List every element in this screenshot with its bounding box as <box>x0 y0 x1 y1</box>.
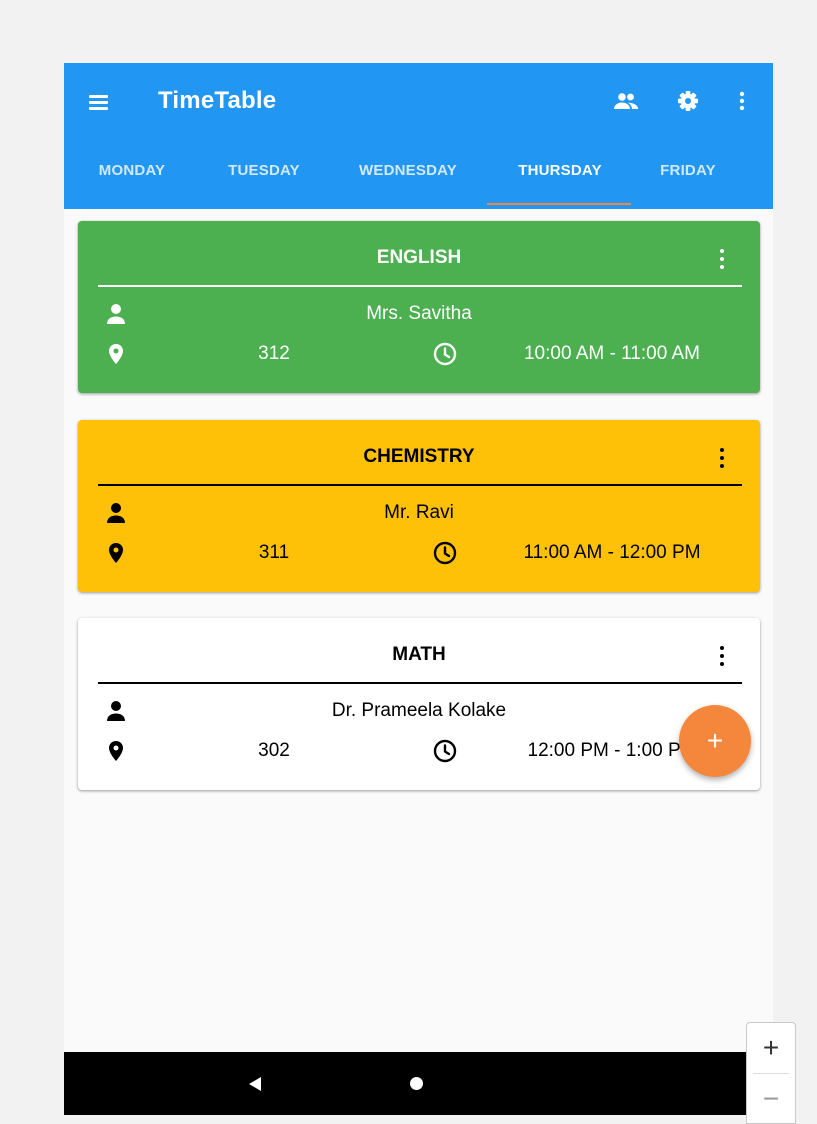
tab-tuesday[interactable]: TUESDAY <box>216 159 312 209</box>
card-divider <box>98 484 742 486</box>
people-icon[interactable] <box>612 87 640 115</box>
day-tabs: MONDAY TUESDAY WEDNESDAY THURSDAY FRIDAY <box>64 159 773 209</box>
room-number: 302 <box>258 740 290 761</box>
app-bar: TimeTable MONDAY TUESDAY WEDNESDAY THURS… <box>64 63 773 209</box>
teacher-name: Dr. Prameela Kolake <box>331 700 507 721</box>
teacher-name: Mr. Ravi <box>384 502 454 523</box>
clock-icon <box>433 739 457 763</box>
system-nav-bar <box>64 1052 773 1115</box>
home-icon[interactable] <box>410 1077 423 1090</box>
active-tab-indicator <box>487 203 631 205</box>
zoom-out-button[interactable]: − <box>747 1074 795 1124</box>
more-vert-icon[interactable] <box>710 644 734 668</box>
class-card-math[interactable]: MATH Dr. Prameela Kolake 302 12:00 PM - … <box>78 618 760 790</box>
class-card-chemistry[interactable]: CHEMISTRY Mr. Ravi 311 11:00 AM - 12:00 … <box>78 420 760 592</box>
tab-friday[interactable]: FRIDAY <box>646 159 730 209</box>
more-vert-icon[interactable] <box>734 87 750 115</box>
more-vert-icon[interactable] <box>710 247 734 271</box>
add-class-button[interactable]: + <box>679 705 751 777</box>
subject-title: ENGLISH <box>376 247 462 268</box>
tab-wednesday[interactable]: WEDNESDAY <box>344 159 472 209</box>
settings-icon[interactable] <box>675 87 701 115</box>
tab-monday[interactable]: MONDAY <box>84 159 180 209</box>
zoom-in-button[interactable]: + <box>747 1023 795 1073</box>
class-time: 11:00 AM - 12:00 PM <box>523 542 701 563</box>
clock-icon <box>433 541 457 565</box>
location-pin-icon <box>109 344 123 364</box>
tab-thursday[interactable]: THURSDAY <box>505 159 615 209</box>
menu-icon[interactable] <box>88 90 112 114</box>
more-vert-icon[interactable] <box>710 446 734 470</box>
subject-title: CHEMISTRY <box>363 446 475 467</box>
clock-icon <box>433 342 457 366</box>
subject-title: MATH <box>392 644 446 665</box>
room-number: 311 <box>258 542 290 563</box>
card-divider <box>98 285 742 287</box>
card-divider <box>98 682 742 684</box>
class-time: 10:00 AM - 11:00 AM <box>523 343 701 364</box>
zoom-control: + − <box>746 1022 796 1124</box>
teacher-name: Mrs. Savitha <box>366 303 472 324</box>
class-card-english[interactable]: ENGLISH Mrs. Savitha 312 10:00 AM - 11:0… <box>78 221 760 393</box>
app-window: TimeTable MONDAY TUESDAY WEDNESDAY THURS… <box>64 63 773 1115</box>
back-icon[interactable] <box>249 1077 261 1091</box>
room-number: 312 <box>258 343 290 364</box>
location-pin-icon <box>109 741 123 761</box>
location-pin-icon <box>109 543 123 563</box>
app-title: TimeTable <box>158 87 277 114</box>
